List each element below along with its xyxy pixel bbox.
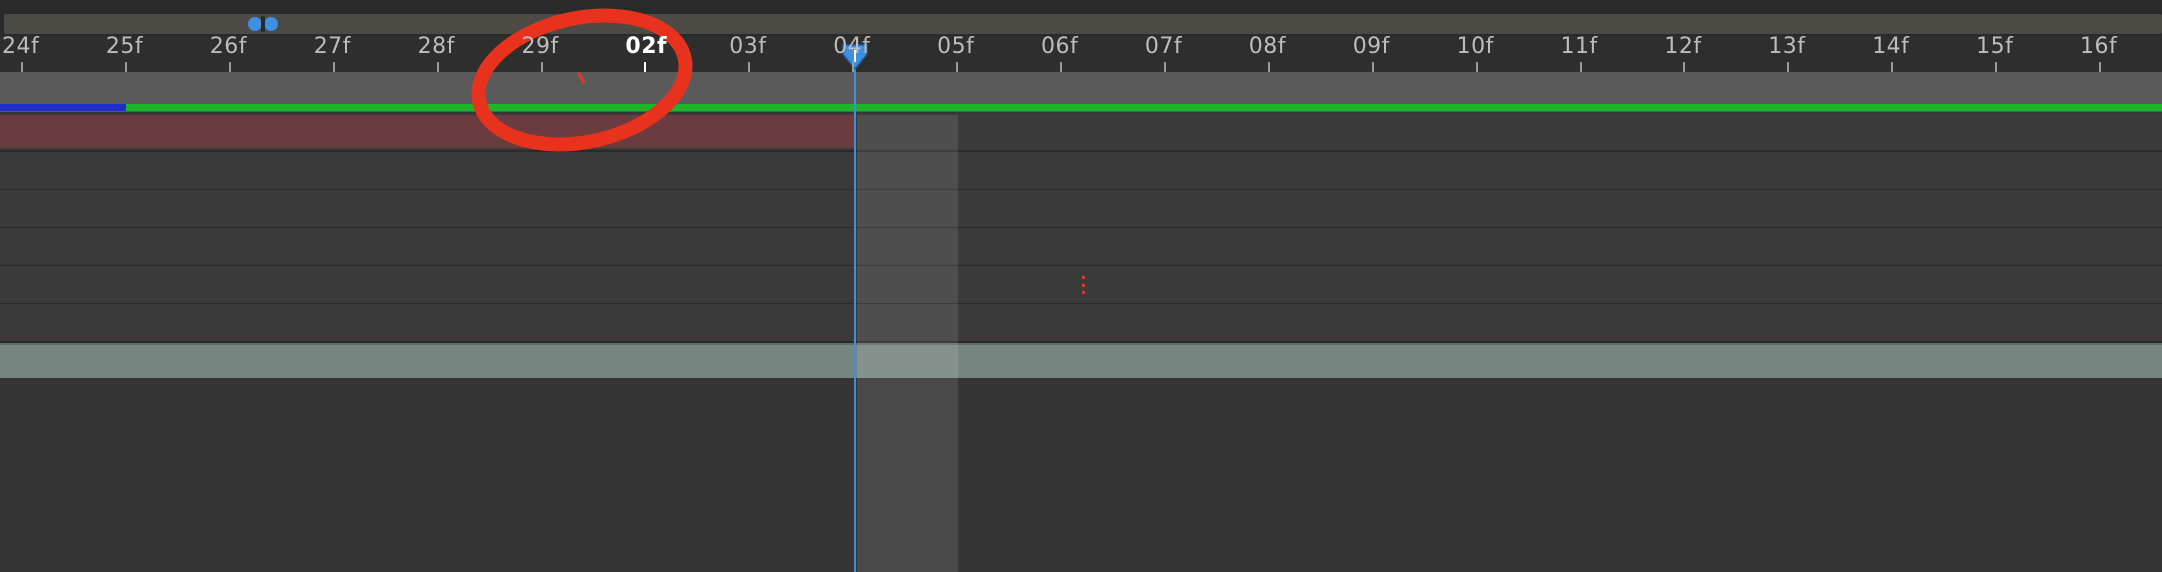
ruler-tick-mark: [1683, 62, 1686, 72]
track-3[interactable]: [0, 190, 2162, 229]
navigator-handle-icon[interactable]: [247, 15, 279, 33]
red-mark: [1082, 284, 1085, 287]
ruler-tick-mark: [1267, 62, 1270, 72]
ruler-tick-label: 06f: [1041, 34, 1079, 59]
ruler-tick-label: 10f: [1456, 34, 1494, 59]
ram-preview-cached-indicator: [0, 104, 126, 111]
track-2[interactable]: [0, 152, 2162, 191]
ruler-tick-label: 08f: [1248, 34, 1287, 59]
ruler-tick-mark: [1995, 62, 1998, 72]
ruler-tick-label: 04f: [833, 34, 871, 59]
red-mark: [1082, 291, 1085, 294]
ruler-tick-mark: [1891, 62, 1894, 72]
time-navigator[interactable]: [0, 0, 2162, 36]
ruler-tick-label: 02f: [625, 34, 668, 59]
ruler-tick-label: 15f: [1976, 34, 2014, 59]
ruler-tick-label: 26f: [209, 34, 248, 59]
ruler-tick-label: 29f: [521, 34, 559, 59]
ruler-tick-mark: [1371, 62, 1374, 72]
red-mark: [1082, 276, 1085, 279]
track-6[interactable]: [0, 304, 2162, 343]
ruler-tick-mark: [1579, 62, 1582, 72]
ruler-tick-label: 13f: [1768, 34, 1806, 59]
ruler-tick-mark: [748, 62, 751, 72]
ruler-tick-mark: [124, 62, 127, 72]
ruler-tick-label: 16f: [2080, 34, 2118, 59]
ram-preview-green-indicator: [126, 104, 2162, 111]
ruler-tick-mark: [436, 62, 439, 72]
ruler-tick-mark: [956, 62, 959, 72]
ruler-tick-mark: [21, 62, 23, 72]
adjustment-layer-bar[interactable]: [0, 343, 2162, 378]
layer-duration-bar[interactable]: [0, 115, 855, 148]
track-5[interactable]: [0, 266, 2162, 305]
ruler-tick-label: 03f: [729, 34, 767, 59]
ruler-tick-label: 24f: [2, 34, 40, 59]
ruler-tick-label: 25f: [105, 34, 144, 59]
ruler-tick-label: 09f: [1352, 34, 1390, 59]
ruler-tick-label: 28f: [417, 34, 455, 59]
ruler-tick-label: 12f: [1664, 34, 1702, 59]
playhead-line[interactable]: [854, 54, 856, 572]
time-navigator-bar[interactable]: [4, 14, 2162, 34]
ruler-tick-label: 14f: [1872, 34, 1910, 59]
ruler-tick-mark: [644, 62, 647, 72]
ruler-tick-mark: [540, 62, 543, 72]
ruler-tick-label: 27f: [313, 34, 351, 59]
ruler-tick-mark: [852, 62, 855, 72]
ruler-tick-label: 11f: [1560, 34, 1598, 59]
ruler-tick-mark: [332, 62, 335, 72]
ruler-tick-label: 05f: [937, 34, 975, 59]
track-4[interactable]: [0, 228, 2162, 267]
empty-timeline-area[interactable]: [0, 378, 2162, 572]
ruler-tick-mark: [1060, 62, 1062, 72]
ruler-tick-mark: [1787, 62, 1790, 72]
ruler-tick-label: 07f: [1144, 34, 1183, 59]
ruler-tick-mark: [1163, 62, 1166, 72]
ruler-tick-mark: [2099, 62, 2101, 72]
ruler-tick-mark: [228, 62, 231, 72]
ruler-tick-mark: [1475, 62, 1478, 72]
frame-highlight-shade: [857, 115, 958, 572]
